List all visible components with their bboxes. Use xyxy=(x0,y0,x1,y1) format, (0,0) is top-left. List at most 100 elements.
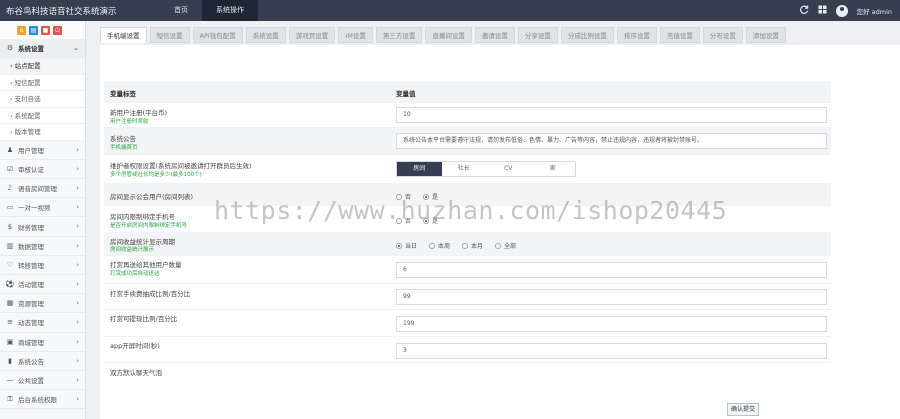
tab-im[interactable]: IM设置 xyxy=(338,27,373,43)
tab-sort[interactable]: 排序设置 xyxy=(616,27,657,43)
sidebar-submenu: › 站点配置 › 短信配置 › 支付自选 › 系统配置 › 版本管理 xyxy=(0,58,85,141)
radio-option[interactable]: 本周 xyxy=(429,241,450,250)
sidebar-group-video[interactable]: ▭ 一对一视频 › xyxy=(0,198,85,218)
radio-option[interactable]: 是 xyxy=(423,192,438,201)
app-title: 布谷鸟科技语音社交系统演示 xyxy=(6,6,117,17)
segment-option[interactable]: CV xyxy=(486,162,531,176)
chevron-right-icon: › xyxy=(76,280,79,288)
table-row: 房间内限制绑定手机号 是否开启房间内限制绑定手机号 否 是 xyxy=(104,206,831,233)
sidebar-group-data[interactable]: ▥ 数据管理 › xyxy=(0,236,85,256)
mic-icon: ♪ xyxy=(7,184,13,193)
row-label: 打赏手续费抽成比例/百分比 xyxy=(110,290,191,298)
tab-sms[interactable]: 短信设置 xyxy=(149,27,190,43)
settings-table: 变量标签 变量值 新用户注册(平台币) 用户注册时奖励 10 系统公告 手机端首… xyxy=(104,81,831,383)
radio-icon xyxy=(462,242,469,249)
chevron-right-icon: › xyxy=(76,356,79,365)
row-label: app开屏时间(秒) xyxy=(110,342,160,350)
tab-live-room[interactable]: 直播间设置 xyxy=(425,27,472,43)
segment-option[interactable]: 家 xyxy=(530,162,575,176)
sidebar-group-moments[interactable]: ≡ 动态管理 › xyxy=(0,313,85,333)
sidebar-group-resources[interactable]: ▦ 资源管理 › xyxy=(0,294,85,314)
chevron-right-icon: › xyxy=(76,318,79,327)
row-hint: 多个房管或社长均是多少(最多100个) xyxy=(110,172,202,178)
sidebar-subitem[interactable]: › 支付自选 xyxy=(0,91,85,108)
withdraw-ratio-input[interactable]: 199 xyxy=(396,316,827,332)
sidebar: ⌂ ▤ ■ ⏻ ⚙ 系统设置 ⌄ › 站点配置 › 短信配置 › 支付自选 › … xyxy=(0,21,86,419)
avatar[interactable] xyxy=(835,4,848,17)
sidebar-group-permissions[interactable]: ⚿ 后台系统权限 › xyxy=(0,390,85,410)
submit-button[interactable]: 确认提交 xyxy=(727,403,759,416)
top-bar: 布谷鸟科技语音社交系统演示 首页 系统操作 您好 admin xyxy=(0,0,900,21)
chevron-right-icon: › xyxy=(76,375,79,384)
radio-icon xyxy=(495,242,502,249)
radio-option[interactable]: 当日 xyxy=(396,241,417,250)
fee-ratio-input[interactable]: 99 xyxy=(396,289,827,305)
sidebar-group-voice-room[interactable]: ♪ 语音房间管理 › xyxy=(0,179,85,199)
tab-distribution[interactable]: 分布设置 xyxy=(702,27,743,43)
sidebar-group-notice[interactable]: ▮ 系统公告 › xyxy=(0,351,85,371)
tab-api-wallet[interactable]: API钱包配置 xyxy=(192,27,243,43)
grid-icon[interactable] xyxy=(818,5,827,16)
shortcut-file-icon[interactable]: ▤ xyxy=(29,25,38,35)
tab-invite[interactable]: 邀请设置 xyxy=(474,27,515,43)
video-icon: ▭ xyxy=(6,203,14,212)
sidebar-group-transfer[interactable]: ♡ 转移管理 › xyxy=(0,255,85,275)
sidebar-group-users[interactable]: ♟ 用户管理 › xyxy=(0,140,85,160)
tab-commission[interactable]: 分成比例设置 xyxy=(560,27,614,43)
sidebar-subitem[interactable]: › 短信配置 xyxy=(0,75,85,92)
sidebar-group-common[interactable]: — 公共设置 › xyxy=(0,370,85,391)
radio-selected-icon xyxy=(396,242,402,249)
check-icon: ☑ xyxy=(6,164,14,173)
row-label: 打赏可提现比例/百分比 xyxy=(110,315,178,323)
sidebar-group-finance[interactable]: $ 财务管理 › xyxy=(0,217,85,237)
table-row: 新用户注册(平台币) 用户注册时奖励 10 xyxy=(104,103,831,128)
tab-add[interactable]: 添加设置 xyxy=(745,27,786,43)
segment-option[interactable]: 社长 xyxy=(441,162,486,176)
chevron-right-icon: › xyxy=(76,395,79,404)
shortcut-home-icon[interactable]: ⌂ xyxy=(17,25,26,35)
radio-option[interactable]: 本月 xyxy=(462,241,483,250)
row-label: 双方默认聊天气泡 xyxy=(110,369,162,377)
row-label: 打赏再送给其他用户数量 xyxy=(110,261,182,269)
sidebar-group-audit[interactable]: ☑ 审核认证 › xyxy=(0,159,85,180)
segment-option[interactable]: 房间 xyxy=(397,162,442,176)
nav-tab-system[interactable]: 系统操作 xyxy=(202,0,258,21)
tab-share[interactable]: 分享设置 xyxy=(517,27,558,43)
table-row: 维护者权限设置(系统房间被邀请打开群员后生效) 多个房管或社长均是多少(最多10… xyxy=(104,155,831,184)
tab-mobile[interactable]: 手机端设置 xyxy=(100,27,147,43)
register-coin-input[interactable]: 10 xyxy=(396,107,827,123)
sidebar-group-system-settings[interactable]: ⚙ 系统设置 ⌄ xyxy=(0,39,85,59)
column-header-value: 变量值 xyxy=(396,90,416,98)
sidebar-subitem[interactable]: › 版本管理 xyxy=(0,124,85,141)
chart-icon: ▥ xyxy=(6,241,14,250)
tab-system[interactable]: 系统设置 xyxy=(245,27,286,43)
sidebar-group-activity[interactable]: ⚽ 活动管理 › xyxy=(0,275,85,295)
tab-recharge[interactable]: 充值设置 xyxy=(659,27,700,43)
refresh-icon[interactable] xyxy=(799,5,809,16)
top-right-tools: 您好 admin xyxy=(799,0,892,21)
user-greeting[interactable]: 您好 admin xyxy=(857,6,892,16)
splash-seconds-input[interactable]: 3 xyxy=(396,343,827,359)
radio-option[interactable]: 否 xyxy=(396,216,411,225)
list-icon: ≡ xyxy=(7,318,13,327)
sidebar-subitem[interactable]: › 系统配置 xyxy=(0,108,85,125)
radio-option[interactable]: 全部 xyxy=(495,241,516,250)
radio-icon xyxy=(396,193,402,200)
system-notice-input[interactable]: 系统公告本平台需要遵守法规，请勿发布低俗、色情、暴力、广告等内容，禁止违规内容，… xyxy=(396,133,827,149)
sidebar-group-shop[interactable]: ▣ 商城管理 › xyxy=(0,332,85,352)
gift-icon: ▦ xyxy=(6,299,14,308)
tab-game[interactable]: 游戏页设置 xyxy=(288,27,336,43)
chevron-right-icon: › xyxy=(76,299,79,308)
row-label: 新用户注册(平台币) xyxy=(110,109,168,117)
radio-option[interactable]: 否 xyxy=(396,192,411,201)
nav-tab-home[interactable]: 首页 xyxy=(160,0,202,21)
row-label: 房间显示公会用户(房间列表) xyxy=(110,193,194,201)
sidebar-subitem[interactable]: › 站点配置 xyxy=(0,58,85,75)
shortcut-trash-icon[interactable]: ■ xyxy=(41,25,50,35)
main-content: 手机端设置 短信设置 API钱包配置 系统设置 游戏页设置 IM设置 第三方设置… xyxy=(93,21,900,419)
tab-third-party[interactable]: 第三方设置 xyxy=(375,27,423,43)
radio-option[interactable]: 是 xyxy=(423,216,438,225)
shortcut-power-icon[interactable]: ⏻ xyxy=(53,25,62,35)
radio-group: 否 是 xyxy=(396,192,438,201)
gift-count-input[interactable]: 6 xyxy=(396,262,827,278)
